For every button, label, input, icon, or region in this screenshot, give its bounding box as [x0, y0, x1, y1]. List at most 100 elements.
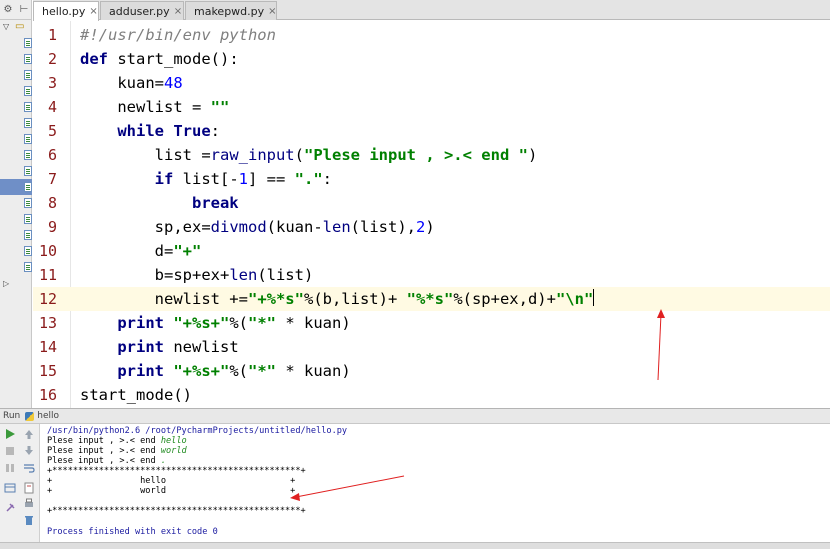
- run-console[interactable]: /usr/bin/python2.6 /root/PycharmProjects…: [41, 424, 830, 542]
- project-tree-item[interactable]: [0, 51, 32, 67]
- code-line[interactable]: 7 if list[-1] == ".":: [33, 167, 830, 191]
- soft-wrap-icon[interactable]: [23, 462, 35, 474]
- code-text[interactable]: b=sp+ex+len(list): [80, 263, 314, 287]
- line-number: 7: [47, 170, 57, 188]
- code-text[interactable]: start_mode(): [80, 383, 192, 407]
- code-line[interactable]: 6 list =raw_input("Plese input , >.< end…: [33, 143, 830, 167]
- code-line[interactable]: 8 break: [33, 191, 830, 215]
- project-tree-item[interactable]: [0, 179, 32, 195]
- tree-expand-icon[interactable]: ▽: [3, 22, 9, 31]
- collapse-icon[interactable]: ⊢: [16, 4, 32, 15]
- console-border-line: +***************************************…: [47, 466, 306, 476]
- project-tree-item[interactable]: [0, 195, 32, 211]
- code-line[interactable]: 16 start_mode(): [33, 383, 830, 407]
- line-number: 16: [38, 386, 57, 404]
- pin-icon[interactable]: [4, 502, 16, 514]
- console-border-line: +***************************************…: [47, 506, 306, 516]
- project-tree-item[interactable]: [0, 227, 32, 243]
- project-tree-item[interactable]: [0, 163, 32, 179]
- code-line[interactable]: 15 print "+%s+"%("*" * kuan): [33, 359, 830, 383]
- code-line[interactable]: 4 newlist = "": [33, 95, 830, 119]
- project-tree-item[interactable]: [0, 83, 32, 99]
- code-text[interactable]: def start_mode():: [80, 47, 239, 71]
- tab-label: hello.py: [42, 5, 86, 18]
- code-line[interactable]: 13 print "+%s+"%("*" * kuan): [33, 311, 830, 335]
- close-icon[interactable]: ×: [268, 6, 276, 17]
- run-panel-header: Run hello: [0, 408, 830, 424]
- line-number: 2: [47, 50, 57, 68]
- file-icon: [24, 230, 32, 240]
- project-tree-item[interactable]: [0, 115, 32, 131]
- python-file-icon: [25, 411, 35, 421]
- project-tree-item[interactable]: [0, 35, 32, 51]
- code-text[interactable]: newlist +="+%*s"%(b,list)+ "%*s"%(sp+ex,…: [80, 287, 595, 311]
- code-text[interactable]: newlist = "": [80, 95, 229, 119]
- console-line: Plese input , >.< end .: [47, 456, 167, 466]
- project-tree-item[interactable]: [0, 131, 32, 147]
- tab-label: makepwd.py: [194, 4, 265, 18]
- code-text[interactable]: kuan=48: [80, 71, 182, 95]
- file-icon: [24, 118, 32, 128]
- console-exit-message: Process finished with exit code 0: [47, 527, 218, 537]
- run-toolbar: [0, 424, 40, 542]
- project-tree-item[interactable]: [0, 147, 32, 163]
- code-line[interactable]: 9 sp,ex=divmod(kuan-len(list),2): [33, 215, 830, 239]
- code-line[interactable]: 3 kuan=48: [33, 71, 830, 95]
- code-text[interactable]: #!/usr/bin/env python: [80, 23, 276, 47]
- code-line[interactable]: 10 d="+": [33, 239, 830, 263]
- project-tree-item[interactable]: [0, 99, 32, 115]
- pause-icon[interactable]: [4, 462, 16, 474]
- code-text[interactable]: print newlist: [80, 335, 238, 359]
- code-line[interactable]: 2 def start_mode():: [33, 47, 830, 71]
- code-text[interactable]: print "+%s+"%("*" * kuan): [80, 311, 350, 335]
- code-text[interactable]: print "+%s+"%("*" * kuan): [80, 359, 350, 383]
- console-user-input: world: [160, 446, 187, 456]
- file-icon: [24, 182, 32, 192]
- project-tree-item[interactable]: [0, 259, 32, 275]
- code-line[interactable]: 1 #!/usr/bin/env python: [33, 23, 830, 47]
- code-line[interactable]: 14 print newlist: [33, 335, 830, 359]
- code-text[interactable]: list =raw_input("Plese input , >.< end "…: [80, 143, 538, 167]
- tab-label: adduser.py: [109, 4, 170, 18]
- file-icon: [24, 198, 32, 208]
- code-text[interactable]: while True:: [80, 119, 220, 143]
- close-icon[interactable]: ×: [89, 6, 97, 17]
- trash-icon[interactable]: [23, 514, 35, 526]
- file-icon: [24, 262, 32, 272]
- line-number: 4: [47, 98, 57, 116]
- settings-icon[interactable]: ⚙: [0, 4, 16, 15]
- scroll-up-icon[interactable]: [23, 428, 35, 440]
- project-tree-item[interactable]: [0, 243, 32, 259]
- code-text[interactable]: break: [80, 191, 239, 215]
- line-number: 11: [38, 266, 57, 284]
- scroll-down-icon[interactable]: [23, 445, 35, 457]
- layout-icon[interactable]: [4, 482, 16, 494]
- tab-hello-py[interactable]: hello.py ×: [33, 1, 99, 21]
- file-icon: [24, 54, 32, 64]
- tree-collapsed-icon[interactable]: ▷: [3, 279, 9, 288]
- file-icon: [24, 246, 32, 256]
- code-editor[interactable]: 1 #!/usr/bin/env python 2 def start_mode():…: [33, 21, 830, 408]
- close-icon[interactable]: ×: [174, 6, 182, 17]
- console-user-input: hello: [160, 436, 187, 446]
- console-user-input: .: [160, 456, 167, 466]
- project-tree-item[interactable]: [0, 211, 32, 227]
- code-text[interactable]: d="+": [80, 239, 202, 263]
- tab-makepwd-py[interactable]: makepwd.py ×: [185, 1, 277, 20]
- project-tree-item[interactable]: [0, 67, 32, 83]
- rerun-icon[interactable]: [4, 428, 16, 440]
- line-number: 9: [47, 218, 57, 236]
- line-number: 12: [38, 290, 57, 308]
- export-icon[interactable]: [23, 482, 35, 494]
- stop-icon[interactable]: [4, 445, 16, 457]
- code-line[interactable]: 11 b=sp+ex+len(list): [33, 263, 830, 287]
- print-icon[interactable]: [23, 497, 35, 509]
- file-icon: [24, 166, 32, 176]
- tab-adduser-py[interactable]: adduser.py ×: [100, 1, 184, 20]
- run-label: Run: [3, 411, 21, 421]
- code-text[interactable]: if list[-1] == ".":: [80, 167, 332, 191]
- code-text[interactable]: sp,ex=divmod(kuan-len(list),2): [80, 215, 435, 239]
- project-panel: ⚙ ⊢ ▽ ▭ ▷: [0, 0, 32, 408]
- code-line[interactable]: 5 while True:: [33, 119, 830, 143]
- code-line[interactable]: 12 newlist +="+%*s"%(b,list)+ "%*s"%(sp+…: [33, 287, 830, 311]
